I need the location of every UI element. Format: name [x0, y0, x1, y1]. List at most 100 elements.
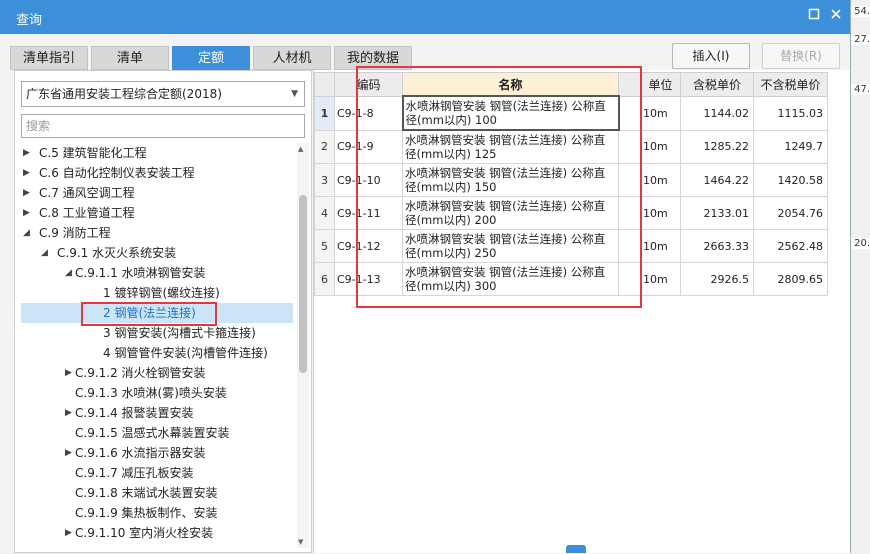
table-row[interactable]: 2 C9-1-9 水喷淋钢管安装 钢管(法兰连接) 公称直径(mm以内) 125 10…: [314, 129, 828, 164]
tree-node[interactable]: C.9.1.7 减压孔板安装: [21, 463, 293, 483]
expand-arrow-icon[interactable]: ▶: [65, 443, 72, 463]
table-row[interactable]: 6 C9-1-13 水喷淋钢管安装 钢管(法兰连接) 公称直径(mm以内) 300 1…: [314, 262, 828, 296]
tree-node[interactable]: ▶ C.8 工业管道工程: [21, 203, 293, 223]
spacer-cell[interactable]: [618, 95, 641, 131]
table-row[interactable]: 3 C9-1-10 水喷淋钢管安装 钢管(法兰连接) 公称直径(mm以内) 150 1…: [314, 163, 828, 197]
tree-node[interactable]: C.9.1.9 集热板制作、安装: [21, 503, 293, 523]
header-unit[interactable]: 单位: [640, 72, 681, 97]
header-tax-price[interactable]: 含税单价: [680, 72, 754, 97]
chevron-down-icon[interactable]: ▼: [291, 82, 298, 106]
spacer-cell[interactable]: [618, 129, 641, 164]
unit-cell[interactable]: 10m: [640, 196, 681, 230]
unit-cell[interactable]: 10m: [640, 95, 681, 131]
tree-node[interactable]: 2 钢管(法兰连接): [21, 303, 293, 323]
tab-labor-material-machine[interactable]: 人材机: [253, 46, 331, 70]
expand-arrow-icon[interactable]: ▶: [65, 403, 72, 423]
name-cell[interactable]: 水喷淋钢管安装 钢管(法兰连接) 公称直径(mm以内) 300: [402, 262, 619, 296]
row-number[interactable]: 4: [314, 196, 335, 230]
row-number[interactable]: 2: [314, 129, 335, 164]
tree-node[interactable]: ▶ C.9.1.6 水流指示器安装: [21, 443, 293, 463]
tree-node[interactable]: ▶ C.9.1.4 报警装置安装: [21, 403, 293, 423]
notax-price-cell[interactable]: 1420.58: [753, 163, 828, 197]
tree-node[interactable]: C.9.1.8 末端试水装置安装: [21, 483, 293, 503]
notax-price-cell[interactable]: 2809.65: [753, 262, 828, 296]
tree-node[interactable]: ◢ C.9.1 水灭火系统安装: [21, 243, 293, 263]
name-cell[interactable]: 水喷淋钢管安装 钢管(法兰连接) 公称直径(mm以内) 125: [402, 129, 619, 164]
table-row[interactable]: 1 C9-1-8 水喷淋钢管安装 钢管(法兰连接) 公称直径(mm以内) 100 10…: [314, 95, 828, 131]
tree-node[interactable]: ◢ C.9.1.1 水喷淋钢管安装: [21, 263, 293, 283]
unit-cell[interactable]: 10m: [640, 262, 681, 296]
spacer-cell[interactable]: [618, 229, 641, 263]
spacer-cell[interactable]: [618, 163, 641, 197]
expand-arrow-icon[interactable]: ▶: [65, 363, 72, 383]
tab-list-guide[interactable]: 清单指引: [10, 46, 88, 70]
tree-node[interactable]: ▶ C.9.1.2 消火栓钢管安装: [21, 363, 293, 383]
header-name[interactable]: 名称: [402, 72, 619, 97]
row-number[interactable]: 1: [314, 95, 335, 131]
tree-node[interactable]: C.9.1.5 温感式水幕装置安装: [21, 423, 293, 443]
row-number[interactable]: 6: [314, 262, 335, 296]
expand-arrow-icon[interactable]: ▶: [23, 163, 30, 183]
expand-arrow-icon[interactable]: ▶: [65, 523, 72, 543]
row-number[interactable]: 5: [314, 229, 335, 263]
unit-cell[interactable]: 10m: [640, 129, 681, 164]
notax-price-cell[interactable]: 1249.7: [753, 129, 828, 164]
notax-price-cell[interactable]: 2562.48: [753, 229, 828, 263]
tax-price-cell[interactable]: 2663.33: [680, 229, 754, 263]
name-cell[interactable]: 水喷淋钢管安装 钢管(法兰连接) 公称直径(mm以内) 100: [401, 95, 620, 131]
tax-price-cell[interactable]: 1285.22: [680, 129, 754, 164]
tree-node[interactable]: ▶ C.7 通风空调工程: [21, 183, 293, 203]
tax-price-cell[interactable]: 1464.22: [680, 163, 754, 197]
spacer-cell[interactable]: [618, 262, 641, 296]
expand-arrow-icon[interactable]: ▶: [23, 183, 30, 203]
tax-price-cell[interactable]: 2926.5: [680, 262, 754, 296]
scroll-up-icon[interactable]: ▲: [298, 145, 303, 153]
tree-scrollbar[interactable]: ▲ ▼: [297, 143, 309, 548]
name-cell[interactable]: 水喷淋钢管安装 钢管(法兰连接) 公称直径(mm以内) 250: [402, 229, 619, 263]
unit-cell[interactable]: 10m: [640, 229, 681, 263]
title-bar[interactable]: 查询: [0, 0, 850, 34]
unit-cell[interactable]: 10m: [640, 163, 681, 197]
scroll-down-icon[interactable]: ▼: [298, 538, 303, 546]
name-cell[interactable]: 水喷淋钢管安装 钢管(法兰连接) 公称直径(mm以内) 200: [402, 196, 619, 230]
panel-splitter-handle[interactable]: [566, 545, 586, 553]
quota-library-select[interactable]: 广东省通用安装工程综合定额(2018) ▼: [21, 81, 305, 107]
scrollbar-thumb[interactable]: [299, 195, 307, 373]
code-cell[interactable]: C9-1-10: [334, 163, 403, 197]
table-row[interactable]: 4 C9-1-11 水喷淋钢管安装 钢管(法兰连接) 公称直径(mm以内) 200 1…: [314, 196, 828, 230]
expand-arrow-icon[interactable]: ▶: [23, 203, 30, 223]
tax-price-cell[interactable]: 2133.01: [680, 196, 754, 230]
collapse-arrow-icon[interactable]: ◢: [41, 243, 48, 263]
expand-arrow-icon[interactable]: ▶: [23, 143, 30, 163]
tax-price-cell[interactable]: 1144.02: [680, 95, 754, 131]
tab-quota[interactable]: 定额: [172, 46, 250, 70]
tree-node[interactable]: ▶ C.5 建筑智能化工程: [21, 143, 293, 163]
tab-list[interactable]: 清单: [91, 46, 169, 70]
name-cell[interactable]: 水喷淋钢管安装 钢管(法兰连接) 公称直径(mm以内) 150: [402, 163, 619, 197]
code-cell[interactable]: C9-1-13: [334, 262, 403, 296]
code-cell[interactable]: C9-1-11: [334, 196, 403, 230]
collapse-arrow-icon[interactable]: ◢: [23, 223, 30, 243]
code-cell[interactable]: C9-1-8: [334, 95, 403, 131]
tree-node[interactable]: ◢ C.9 消防工程: [21, 223, 293, 243]
header-code[interactable]: 编码: [334, 72, 403, 97]
tree-node[interactable]: ▶ C.6 自动化控制仪表安装工程: [21, 163, 293, 183]
tree-node[interactable]: C.9.1.3 水喷淋(雾)喷头安装: [21, 383, 293, 403]
close-icon[interactable]: [828, 8, 844, 24]
code-cell[interactable]: C9-1-12: [334, 229, 403, 263]
tree-node[interactable]: 1 镀锌钢管(螺纹连接): [21, 283, 293, 303]
collapse-arrow-icon[interactable]: ◢: [65, 263, 72, 283]
tab-my-data[interactable]: 我的数据: [334, 46, 412, 70]
search-input[interactable]: 搜索: [21, 114, 305, 138]
code-cell[interactable]: C9-1-9: [334, 129, 403, 164]
row-number[interactable]: 3: [314, 163, 335, 197]
restore-icon[interactable]: [806, 8, 822, 24]
tree-node[interactable]: 3 钢管安装(沟槽式卡箍连接): [21, 323, 293, 343]
notax-price-cell[interactable]: 1115.03: [753, 95, 828, 131]
tree-node[interactable]: 4 钢管管件安装(沟槽管件连接): [21, 343, 293, 363]
tree-node[interactable]: ▶ C.9.1.10 室内消火栓安装: [21, 523, 293, 543]
insert-button[interactable]: 插入(I): [672, 43, 750, 69]
notax-price-cell[interactable]: 2054.76: [753, 196, 828, 230]
spacer-cell[interactable]: [618, 196, 641, 230]
header-notax-price[interactable]: 不含税单价: [753, 72, 828, 97]
